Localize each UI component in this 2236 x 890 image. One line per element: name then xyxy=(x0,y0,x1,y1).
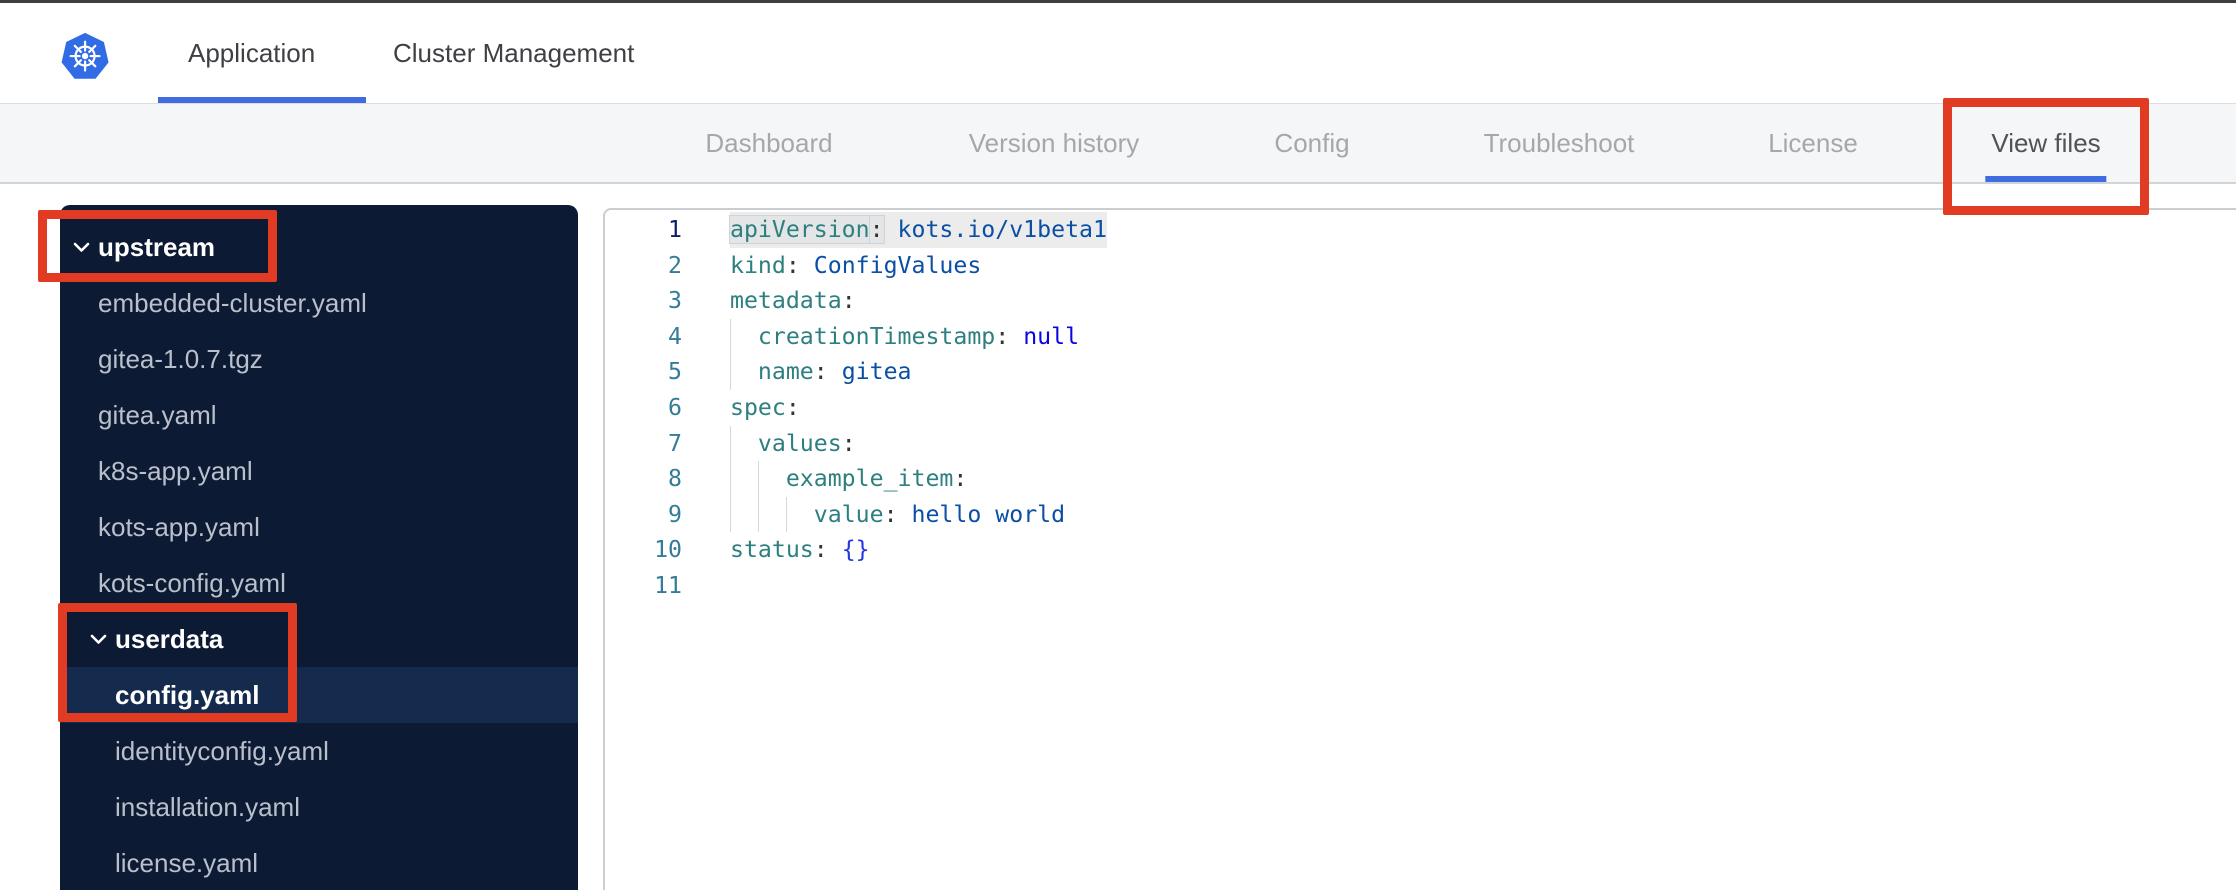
line-content: value: hello world xyxy=(813,500,1066,528)
nav-item-license[interactable]: License xyxy=(1768,104,1858,182)
indent-guide xyxy=(730,354,731,390)
indent-guide xyxy=(730,318,731,355)
code-line-1[interactable]: 1 apiVersion: kots.io/v1beta1 xyxy=(605,212,2236,248)
kubernetes-logo-icon xyxy=(61,32,109,79)
tree-item-upstream[interactable]: upstream xyxy=(60,219,578,275)
tree-item-label: kots-config.yaml xyxy=(98,567,286,598)
code-line-3[interactable]: 3 metadata: xyxy=(605,283,2236,319)
line-number: 7 xyxy=(668,429,682,457)
nav-item-view-files[interactable]: View files xyxy=(1985,104,2108,182)
indent-guide xyxy=(757,461,759,497)
line-content: spec: xyxy=(730,393,800,421)
tree-item-label: identityconfig.yaml xyxy=(115,735,329,766)
tree-item-label: userdata xyxy=(115,623,224,654)
code-line-10[interactable]: 10 status: {} xyxy=(605,532,2236,568)
line-number: 10 xyxy=(654,536,682,564)
line-content: name: gitea xyxy=(757,358,912,386)
tree-item-label: installation.yaml xyxy=(115,791,300,822)
tab-cluster-management[interactable]: Cluster Management xyxy=(393,3,634,103)
nav-item-dashboard[interactable]: Dashboard xyxy=(705,104,832,182)
tree-item-license-yaml[interactable]: license.yaml xyxy=(60,835,578,890)
tree-item-kots-app-yaml[interactable]: kots-app.yaml xyxy=(60,499,578,555)
tree-item-installation-yaml[interactable]: installation.yaml xyxy=(60,779,578,835)
code-line-7[interactable]: 7 values: xyxy=(605,425,2236,462)
tree-item-label: gitea.yaml xyxy=(98,399,217,430)
code-line-9[interactable]: 9 value: hello world xyxy=(605,496,2236,533)
tree-item-label: gitea-1.0.7.tgz xyxy=(98,343,263,374)
indent-guide xyxy=(730,496,731,533)
code-line-6[interactable]: 6 spec: xyxy=(605,390,2236,426)
nav-item-config[interactable]: Config xyxy=(1274,104,1349,182)
tree-item-userdata[interactable]: userdata xyxy=(60,611,578,667)
tree-item-config-yaml[interactable]: config.yaml xyxy=(60,667,578,723)
tree-item-k8s-app-yaml[interactable]: k8s-app.yaml xyxy=(60,443,578,499)
line-number: 11 xyxy=(654,571,682,599)
chevron-down-icon xyxy=(90,634,107,644)
chevron-down-icon xyxy=(73,242,90,252)
tree-item-gitea-yaml[interactable]: gitea.yaml xyxy=(60,387,578,443)
nav-item-troubleshoot[interactable]: Troubleshoot xyxy=(1484,104,1635,182)
code-lines: 1 apiVersion: kots.io/v1beta1 2 kind: Confi… xyxy=(605,210,2236,604)
file-tree: upstream embedded-cluster.yaml gitea-1.0.7… xyxy=(60,205,578,890)
tree-item-label: embedded-cluster.yaml xyxy=(98,287,367,318)
active-tab-underline xyxy=(158,97,366,103)
line-number: 4 xyxy=(668,322,682,350)
indent-guide xyxy=(730,425,731,462)
line-content: kind: ConfigValues xyxy=(730,251,982,279)
indent-guide xyxy=(757,496,759,533)
tree-item-label: kots-app.yaml xyxy=(98,511,260,542)
line-content: metadata: xyxy=(730,287,856,315)
line-content: values: xyxy=(757,429,856,457)
line-number: 3 xyxy=(668,287,682,315)
file-viewer-panel: 1 apiVersion: kots.io/v1beta1 2 kind: Confi… xyxy=(603,208,2236,890)
tab-application[interactable]: Application xyxy=(188,3,315,103)
indent-guide xyxy=(785,496,787,533)
app-header: Application Cluster Management xyxy=(0,3,2236,104)
line-number: 2 xyxy=(668,251,682,279)
code-line-2[interactable]: 2 kind: ConfigValues xyxy=(605,248,2236,284)
line-content: status: {} xyxy=(730,536,870,564)
code-line-4[interactable]: 4 creationTimestamp: null xyxy=(605,318,2236,355)
tree-item-label: config.yaml xyxy=(115,679,260,710)
tree-item-label: upstream xyxy=(98,231,216,262)
tree-item-gitea-1-0-7-tgz[interactable]: gitea-1.0.7.tgz xyxy=(60,331,578,387)
line-content: apiVersion: kots.io/v1beta1 xyxy=(730,212,1107,248)
nav-item-version-history[interactable]: Version history xyxy=(969,104,1140,182)
line-content: example_item: xyxy=(785,465,968,493)
indent-guide xyxy=(730,461,731,497)
tree-item-label: license.yaml xyxy=(115,847,259,878)
code-line-5[interactable]: 5 name: gitea xyxy=(605,354,2236,390)
tree-item-embedded-cluster-yaml[interactable]: embedded-cluster.yaml xyxy=(60,275,578,331)
line-number: 1 xyxy=(668,216,682,243)
tree-item-kots-config-yaml[interactable]: kots-config.yaml xyxy=(60,555,578,611)
tree-item-label: k8s-app.yaml xyxy=(98,455,253,486)
line-number: 5 xyxy=(668,358,682,386)
code-line-8[interactable]: 8 example_item: xyxy=(605,461,2236,497)
line-number: 8 xyxy=(668,465,682,493)
code-line-11[interactable]: 11 xyxy=(605,568,2236,604)
app-sub-nav: Dashboard Version history Config Trouble… xyxy=(0,104,2236,184)
line-number: 6 xyxy=(668,393,682,421)
tree-item-identityconfig-yaml[interactable]: identityconfig.yaml xyxy=(60,723,578,779)
line-number: 9 xyxy=(668,500,682,528)
line-content: creationTimestamp: null xyxy=(757,322,1080,350)
kots-admin-console: Application Cluster Management Dashboard… xyxy=(0,0,2236,890)
